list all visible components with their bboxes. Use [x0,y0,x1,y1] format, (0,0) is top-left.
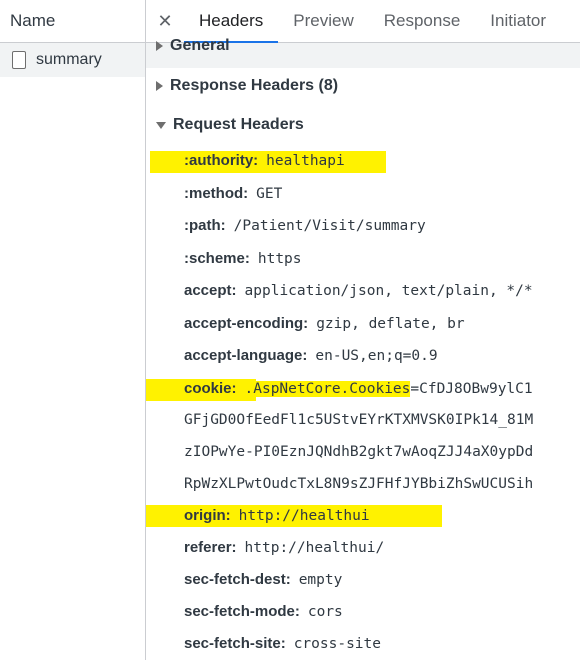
tab-preview-label: Preview [293,11,354,30]
header-value: cors [307,604,343,620]
header-value: /Patient/Visit/summary [233,218,426,234]
header-row-accept: accept: application/json, text/plain, */… [184,282,533,299]
request-headers-title: Request Headers [173,116,304,133]
header-name: origin: [184,507,231,524]
cookie-continuation-line: RpWzXLPwtOudcTxL8N9sZJFHfJYBbiZhSwUCUSih [184,476,534,492]
header-name: sec-fetch-mode: [184,603,300,620]
header-row-accept-language: accept-language: en-US,en;q=0.9 [184,347,438,364]
header-name: sec-fetch-site: [184,635,286,652]
header-name: :method: [184,185,249,202]
cookie-name-highlighted: .AspNetCore.Cookies [244,381,411,397]
header-row-method: :method: GET [184,185,282,202]
header-name: cookie: [184,380,237,397]
header-row-authority: :authority: healthapi [184,152,345,169]
header-row-sec-fetch-mode: sec-fetch-mode: cors [184,603,343,620]
header-name: accept-encoding: [184,315,309,332]
response-headers-toggle[interactable]: Response Headers (8) [156,77,338,95]
collapse-arrow-icon [156,121,166,129]
header-row-scheme: :scheme: https [184,250,302,267]
header-row-origin: origin: http://healthui [184,507,370,524]
request-list-panel: Name summary [0,0,146,660]
request-headers-toggle[interactable]: Request Headers [156,116,304,134]
tab-response[interactable]: Response [369,0,476,42]
header-row-cookie: cookie: .AspNetCore.Cookies=CfDJ8OBw9ylC… [184,380,533,397]
cookie-continuation-line: zIOPwYe-PI0EznJQNdhB2gkt7wAoqZJJ4aX0ypDd [184,444,534,460]
header-row-sec-fetch-site: sec-fetch-site: cross-site [184,635,381,652]
tab-initiator-label: Initiator [490,11,547,30]
header-name: accept: [184,282,237,299]
general-section-title: General [170,37,230,54]
expand-arrow-icon [156,41,163,51]
document-icon [12,51,26,69]
header-row-sec-fetch-dest: sec-fetch-dest: empty [184,571,342,588]
tab-initiator[interactable]: Initiator [475,0,561,42]
header-value: .AspNetCore.Cookies=CfDJ8OBw9ylC1 [244,381,533,397]
header-name: :path: [184,217,226,234]
general-section-toggle[interactable]: General [156,37,230,55]
header-name: :authority: [184,152,259,169]
header-name: sec-fetch-dest: [184,571,291,588]
tab-headers[interactable]: Headers [184,0,279,43]
header-row-accept-encoding: accept-encoding: gzip, deflate, br [184,315,465,332]
header-value: http://healthui/ [244,540,385,556]
header-row-path: :path: /Patient/Visit/summary [184,217,426,234]
header-value: empty [298,572,343,588]
close-icon[interactable]: ✕ [146,0,184,42]
name-column-label: Name [10,11,56,30]
header-value: http://healthui [238,508,370,524]
header-value: application/json, text/plain, */* [244,283,533,299]
request-list-item[interactable]: summary [0,43,145,77]
tab-response-label: Response [383,11,461,30]
header-value: healthapi [266,153,345,169]
header-value: en-US,en;q=0.9 [315,348,438,364]
request-name: summary [36,51,102,68]
header-name: :scheme: [184,250,250,267]
name-column-header[interactable]: Name [0,0,145,43]
expand-arrow-icon [156,81,163,91]
tab-headers-label: Headers [199,11,264,30]
header-row-referer: referer: http://healthui/ [184,539,384,556]
cookie-value-rest: =CfDJ8OBw9ylC1 [410,381,533,397]
response-headers-title: Response Headers (8) [170,77,339,94]
cookie-continuation-line: GFjGD0OfEedFl1c5UStvEYrKTXMVSK0IPk14_81M [184,412,534,428]
header-name: accept-language: [184,347,308,364]
request-detail-panel: ✕ Headers Preview Response Initiator Gen… [146,0,580,660]
header-value: cross-site [293,636,382,652]
header-value: GET [256,186,283,202]
header-name: referer: [184,539,237,556]
header-value: gzip, deflate, br [316,316,465,332]
header-value: https [257,251,302,267]
tab-preview[interactable]: Preview [278,0,368,42]
